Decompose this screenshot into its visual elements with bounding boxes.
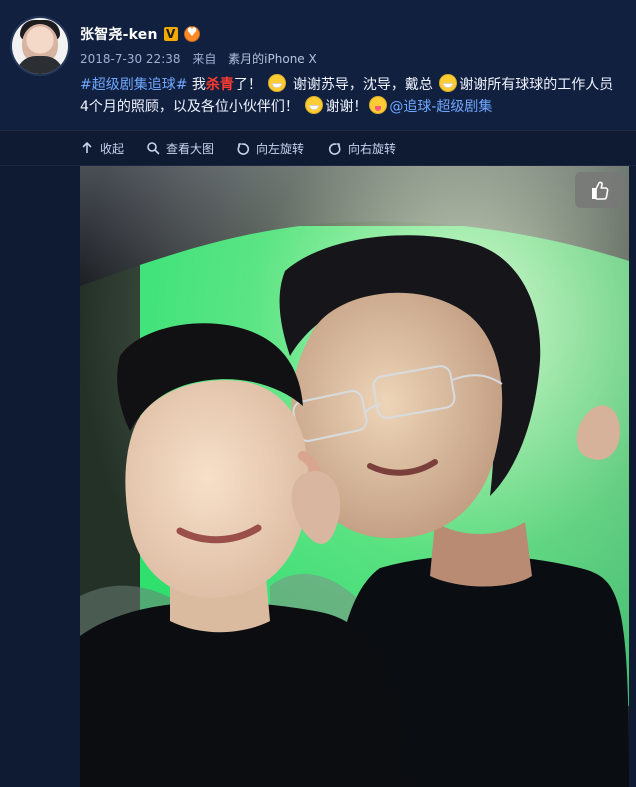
- collapse-button[interactable]: 收起: [80, 139, 124, 157]
- post-header: 张智尧-ken V 2018-7-30 22:38 来自 素月的iPhone X…: [0, 0, 636, 130]
- like-button[interactable]: [575, 172, 623, 208]
- post-timestamp: 2018-7-30 22:38: [80, 52, 181, 66]
- post-text-part-5: 谢谢！: [325, 99, 368, 115]
- rotate-left-label: 向左旋转: [256, 141, 305, 156]
- medal-icon: [183, 25, 200, 42]
- collapse-icon: [80, 141, 94, 155]
- username[interactable]: 张智尧-ken: [80, 24, 158, 44]
- grinning-face-icon: [268, 74, 287, 92]
- rotate-right-label: 向右旋转: [348, 141, 397, 156]
- post-source[interactable]: 素月的iPhone X: [228, 52, 317, 66]
- user-avatar[interactable]: [12, 18, 68, 74]
- grinning-face-icon: [305, 96, 324, 114]
- view-large-label: 查看大图: [166, 141, 215, 156]
- post-text-part-1: 我: [187, 77, 206, 93]
- rotate-right-button[interactable]: 向右旋转: [328, 139, 396, 157]
- name-row: 张智尧-ken V: [80, 24, 200, 44]
- search-icon: [146, 141, 160, 155]
- avatar-shirt: [16, 56, 64, 74]
- post-source-prefix: 来自: [192, 52, 217, 66]
- rotate-left-button[interactable]: 向左旋转: [236, 139, 304, 157]
- photo-scene: [80, 166, 629, 787]
- hashtag-link[interactable]: #超级剧集追球#: [80, 77, 187, 93]
- collapse-label: 收起: [100, 141, 125, 156]
- rotate-right-icon: [328, 141, 342, 155]
- view-large-button[interactable]: 查看大图: [146, 139, 214, 157]
- post-meta: 2018-7-30 22:38 来自 素月的iPhone X: [80, 50, 317, 67]
- image-toolbar: 收起 查看大图 向左旋转 向右旋转: [0, 130, 636, 166]
- mention-link[interactable]: @追球-超级剧集: [389, 99, 492, 115]
- rotate-left-icon: [236, 141, 250, 155]
- post-text-red: 杀青: [205, 77, 234, 93]
- grinning-face-icon: [439, 74, 458, 92]
- verified-badge-icon: V: [163, 27, 178, 41]
- tongue-face-icon: [369, 96, 388, 114]
- thumbs-up-icon: [587, 178, 611, 202]
- post-text-part-3: 谢谢苏导，沈导，戴总: [288, 77, 438, 93]
- left-person-face: [125, 380, 309, 598]
- post-photo[interactable]: [80, 166, 629, 787]
- post-text: #超级剧集追球# 我杀青了！ 谢谢苏导，沈导，戴总 谢谢所有球球的工作人员4个月…: [80, 74, 620, 118]
- post-text-part-2: 了！: [233, 77, 262, 93]
